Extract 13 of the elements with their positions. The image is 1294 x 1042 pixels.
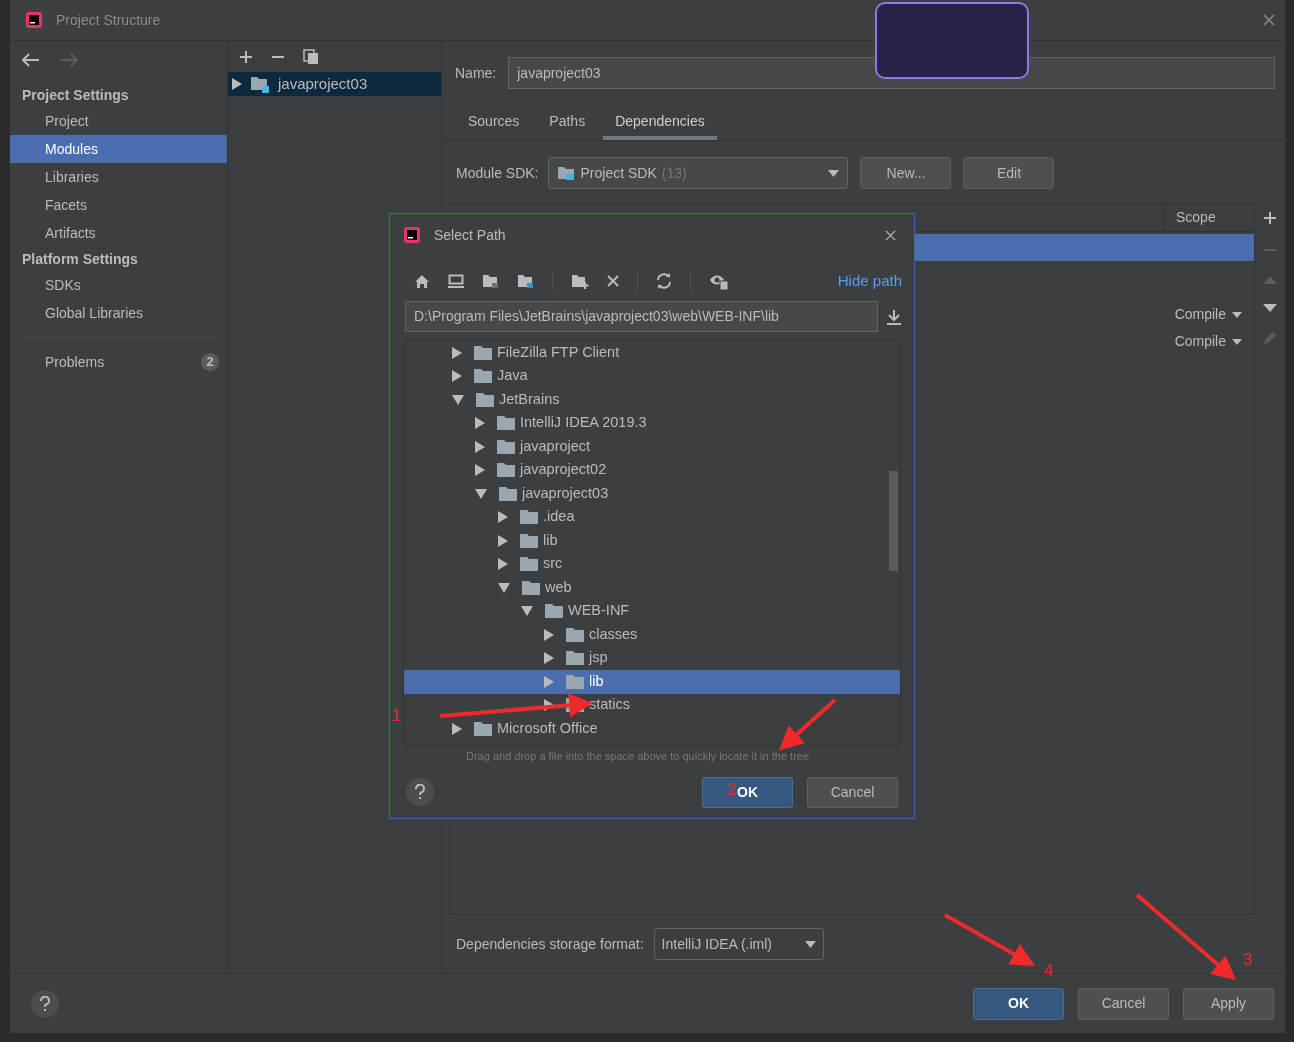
annotation-number: 3 [1243, 950, 1253, 970]
window-title: Project Structure [56, 10, 161, 30]
annotation-number: 4 [1044, 961, 1054, 981]
module-sdk-label: Module SDK: [456, 163, 539, 183]
annotation-number: 1 [392, 706, 402, 726]
section-heading: Project Settings [21, 85, 130, 105]
name-label: Name: [455, 63, 497, 83]
storage-format-label: Dependencies storage format: [456, 934, 644, 954]
dialog-title: Select Path [434, 225, 506, 245]
sdk-value: Project SDK [580, 163, 657, 183]
problem-count-badge: 2 [201, 353, 219, 371]
section-heading: Platform Settings [21, 249, 139, 269]
annotation-number: 2 [727, 780, 737, 800]
